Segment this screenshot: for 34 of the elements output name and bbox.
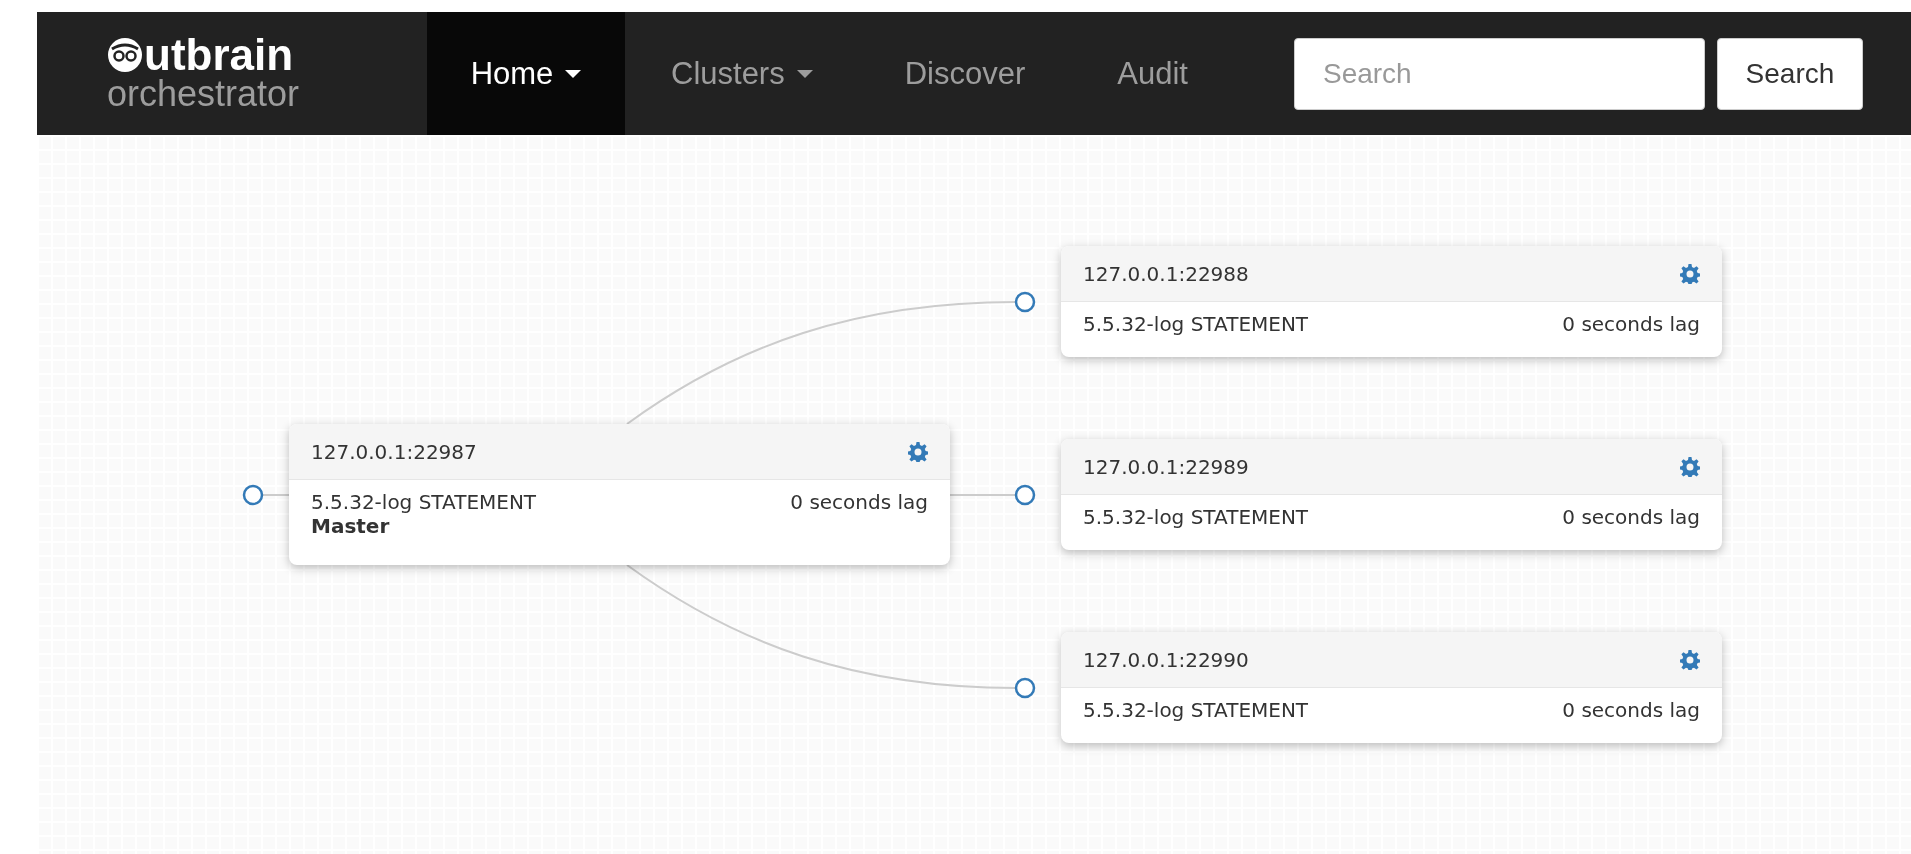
connector-line	[949, 494, 1017, 496]
instance-address: 127.0.0.1:22988	[1083, 261, 1249, 286]
nav-tab[interactable]: Audit	[1071, 12, 1234, 135]
brand-subtitle: orchestrator	[107, 74, 301, 113]
search-button[interactable]: Search	[1716, 37, 1863, 110]
connector-dot	[1014, 484, 1036, 506]
instance-role: Master	[311, 514, 391, 538]
settings-icon[interactable]	[1680, 456, 1700, 477]
settings-icon[interactable]	[1680, 263, 1700, 284]
replication-lag: 0 seconds lag	[790, 490, 928, 514]
brand-wordmark: utbrain	[144, 34, 294, 75]
connector-dot	[1014, 291, 1036, 313]
instance-version: 5.5.32-log STATEMENT	[311, 490, 537, 514]
replication-lag: 0 seconds lag	[1562, 698, 1700, 722]
instance-version: 5.5.32-log STATEMENT	[1083, 312, 1309, 336]
settings-icon[interactable]	[908, 441, 928, 462]
caret-icon	[796, 69, 813, 78]
search-field[interactable]: Search	[1293, 37, 1705, 110]
settings-icon[interactable]	[1680, 649, 1700, 670]
nav-tab[interactable]: Clusters	[625, 12, 859, 135]
connector-dot	[242, 484, 264, 506]
nav-tab[interactable]: Home	[427, 12, 625, 135]
logo-icon	[107, 36, 143, 73]
caret-icon	[565, 69, 582, 78]
nav-tab[interactable]: Discover	[858, 12, 1072, 135]
instance-version: 5.5.32-log STATEMENT	[1083, 698, 1309, 722]
instance-address: 127.0.0.1:22989	[1083, 454, 1249, 479]
connector-dot	[1014, 677, 1036, 699]
replication-lag: 0 seconds lag	[1562, 505, 1700, 529]
instance-address: 127.0.0.1:22987	[311, 439, 477, 464]
instance-version: 5.5.32-log STATEMENT	[1083, 505, 1309, 529]
instance-address: 127.0.0.1:22990	[1083, 647, 1249, 672]
connector-line	[261, 494, 290, 496]
replication-lag: 0 seconds lag	[1562, 312, 1700, 336]
